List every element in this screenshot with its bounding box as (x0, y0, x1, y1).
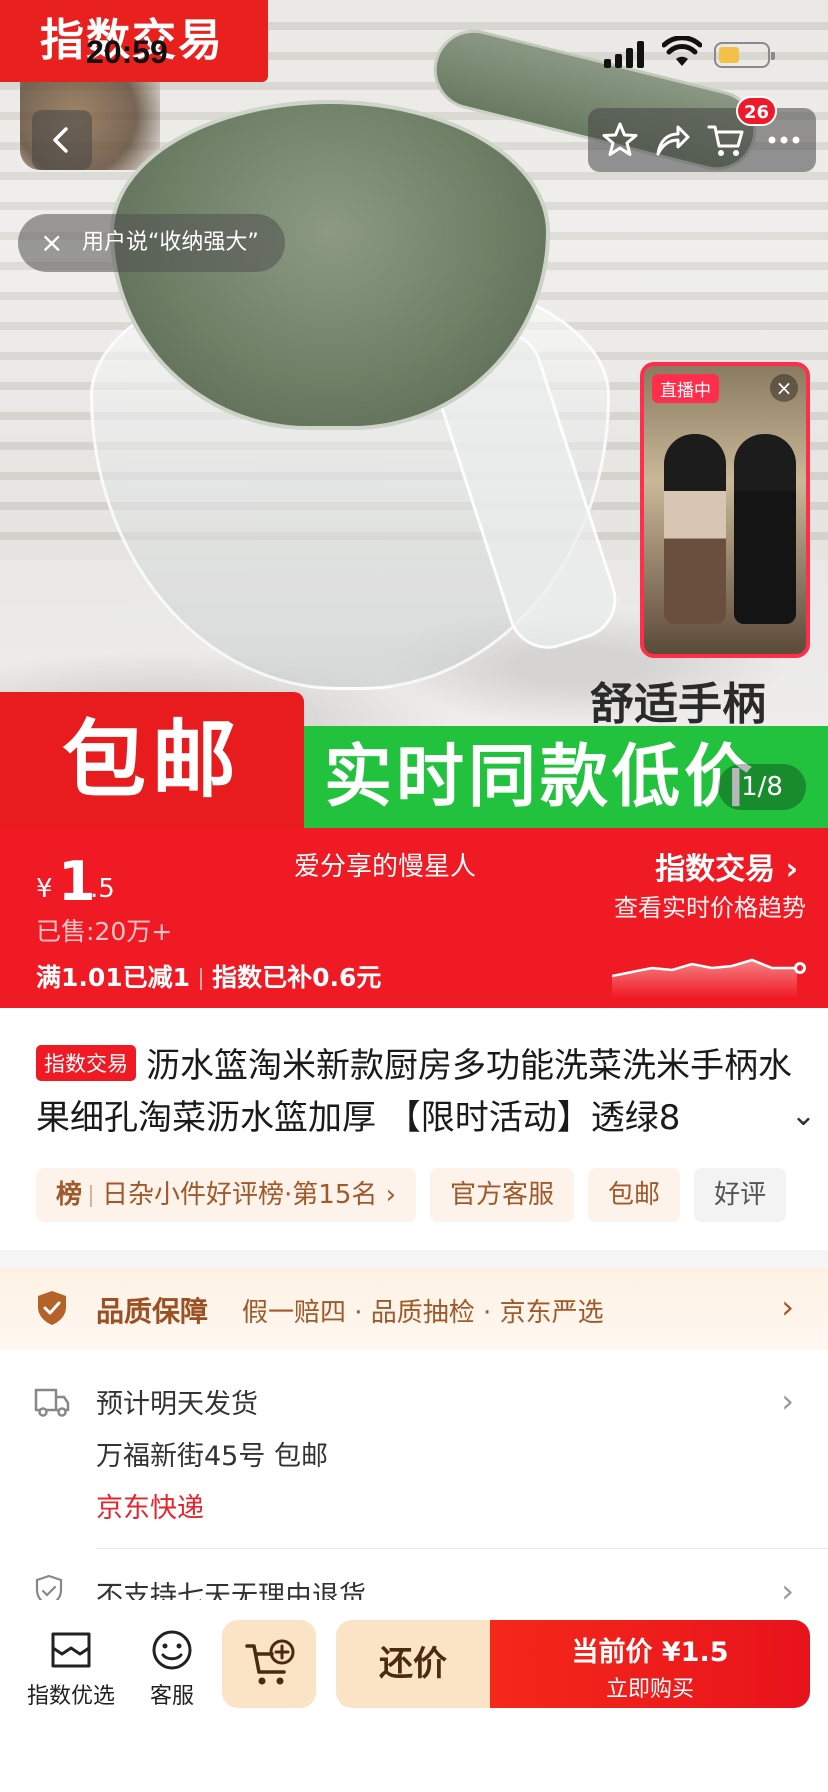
quality-label: 品质保障 (96, 1295, 209, 1328)
rank-divider (90, 1184, 93, 1207)
buy-now-label: 立即购买 (605, 1677, 694, 1702)
star-icon[interactable] (600, 120, 640, 160)
user-says-pill[interactable]: × 用户说“收纳强大” (18, 214, 285, 272)
battery-icon (714, 42, 775, 68)
back-icon (53, 127, 68, 153)
chevron-right-icon: › (781, 1288, 794, 1326)
price-currency: ¥ (36, 874, 53, 904)
status-bar: 20:59 (0, 0, 828, 100)
index-trade-link[interactable]: 指数交易 › (655, 844, 798, 888)
promo-info: 满1.01已减1 指数已补0.6元 (36, 958, 381, 994)
promo-subsidy: 指数已补0.6元 (212, 963, 382, 992)
promo-separator (200, 968, 203, 990)
cell-signal-icon (604, 40, 648, 68)
bottom-action-bar: 指数优选 客服 还价 当前价 ¥1.5 立即购买 (0, 1600, 828, 1792)
index-trade-subtitle[interactable]: 查看实时价格趋势 (614, 888, 806, 923)
top-actions (588, 108, 816, 172)
tag-chips: 榜日杂小件好评榜·第15名 › 官方客服 包邮 好评 (36, 1168, 828, 1222)
wifi-icon (662, 36, 702, 66)
cart-count-badge: 26 (736, 96, 778, 126)
price-strip: ¥ 1 .5 已售:20万+ 满1.01已减1 指数已补0.6元 爱分享的慢星人 … (0, 828, 828, 1008)
chip-free-shipping[interactable]: 包邮 (588, 1168, 681, 1222)
add-cart-icon (245, 1639, 295, 1685)
product-title-block[interactable]: 指数交易 沥水篮淘米新款厨房多功能洗菜洗米手柄水果细孔淘菜沥水篮加厚 【限时活动】… (36, 1040, 816, 1144)
chip-good-review[interactable]: 好评 (694, 1168, 787, 1222)
buy-price-label: 当前价 ¥1.5 (571, 1637, 729, 1668)
feature-label: 舒适手柄 (590, 679, 766, 730)
sold-count: 已售:20万+ (36, 917, 173, 946)
free-shipping-banner: 包邮 (0, 692, 304, 828)
streamer-2-image (734, 434, 796, 624)
shipping-address: 万福新街45号 包邮 (96, 1441, 328, 1472)
quality-assurance-row[interactable]: 品质保障 假一赔四 · 品质抽检 · 京东严选 › (0, 1268, 828, 1350)
user-says-text: 用户说“收纳强大” (82, 230, 259, 255)
service-button[interactable]: 客服 (140, 1628, 204, 1710)
section-divider (0, 1250, 828, 1268)
shield-check-icon (38, 1291, 66, 1325)
row-divider (96, 1548, 828, 1549)
quality-detail: 假一赔四 · 品质抽检 · 京东严选 (242, 1298, 604, 1328)
bargain-button[interactable]: 还价 (336, 1620, 490, 1708)
status-time: 20:59 (86, 34, 168, 70)
service-icon (152, 1630, 192, 1670)
shipping-carrier: 京东快递 (96, 1493, 204, 1524)
rank-prefix: 榜 (56, 1180, 83, 1210)
chevron-down-icon[interactable]: ⌄ (791, 1098, 816, 1133)
price-trend-sparkline[interactable] (612, 938, 812, 998)
buy-now-button[interactable]: 当前价 ¥1.5 立即购买 (490, 1620, 810, 1708)
truck-icon (34, 1388, 70, 1417)
store-icon (51, 1632, 91, 1668)
add-to-cart-button[interactable] (222, 1620, 316, 1708)
close-icon[interactable]: × (40, 214, 63, 272)
rank-label: 日杂小件好评榜·第15名 › (102, 1180, 397, 1210)
back-button[interactable] (32, 110, 92, 170)
more-icon[interactable] (764, 120, 804, 160)
cart-icon[interactable] (706, 120, 746, 160)
anchor-name: 爱分享的慢星人 (294, 852, 477, 882)
streamer-1-image (664, 434, 726, 624)
title-tag: 指数交易 (36, 1045, 136, 1081)
chevron-right-icon: › (781, 1382, 794, 1420)
live-close-icon[interactable]: × (770, 374, 798, 402)
store-button[interactable]: 指数优选 (24, 1628, 118, 1710)
live-stream-window[interactable]: 直播中 × (640, 362, 810, 658)
price-decimal: .5 (90, 874, 115, 904)
service-label: 客服 (149, 1684, 194, 1709)
chip-official-service[interactable]: 官方客服 (430, 1168, 575, 1222)
store-label: 指数优选 (26, 1684, 115, 1709)
share-icon[interactable] (652, 120, 692, 160)
promo-discount: 满1.01已减1 (36, 963, 191, 992)
live-tag: 直播中 (652, 374, 719, 403)
product-title: 沥水篮淘米新款厨房多功能洗菜洗米手柄水果细孔淘菜沥水篮加厚 【限时活动】透绿8 (36, 1046, 792, 1138)
index-trade-title: 指数交易 (655, 852, 776, 887)
chip-rank[interactable]: 榜日杂小件好评榜·第15名 › (36, 1168, 417, 1222)
image-pager: 1/8 (718, 764, 806, 810)
shipping-row[interactable]: 预计明天发货 万福新街45号 包邮 京东快递 › (0, 1370, 828, 1540)
shipping-eta: 预计明天发货 (96, 1389, 258, 1420)
